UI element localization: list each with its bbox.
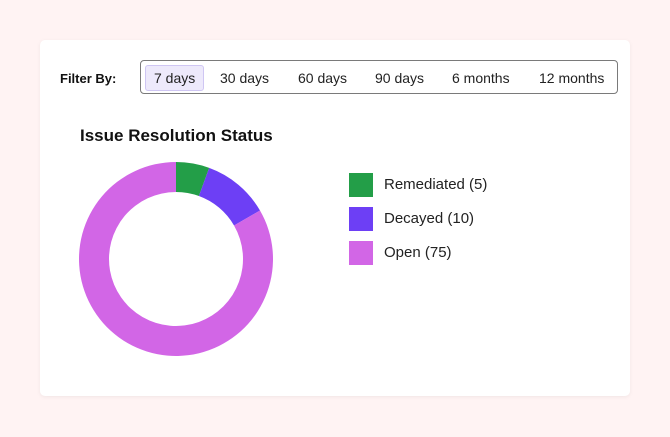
- issue-status-card: Filter By: 7 days 30 days 60 days 90 day…: [40, 40, 630, 396]
- chart-title: Issue Resolution Status: [80, 126, 273, 145]
- issue-status-donut-chart: [78, 162, 273, 356]
- legend-swatch: [349, 207, 373, 231]
- filter-option-6-months[interactable]: 6 months: [444, 65, 518, 91]
- filter-option-90-days[interactable]: 90 days: [367, 65, 432, 91]
- filter-option-30-days[interactable]: 30 days: [212, 65, 277, 91]
- legend-label: Open (75): [384, 244, 452, 261]
- legend-item-remediated: Remediated (5): [349, 173, 569, 197]
- legend-item-decayed: Decayed (10): [349, 207, 569, 231]
- legend-label: Decayed (10): [384, 210, 475, 227]
- legend-swatch: [349, 173, 373, 197]
- time-range-filter: 7 days 30 days 60 days 90 days 6 months …: [140, 60, 618, 94]
- filter-label: Filter By:: [60, 71, 117, 86]
- legend-swatch: [349, 241, 373, 265]
- filter-option-7-days[interactable]: 7 days: [145, 65, 205, 91]
- filter-option-60-days[interactable]: 60 days: [290, 65, 355, 91]
- legend-item-open: Open (75): [349, 241, 569, 265]
- legend-label: Remediated (5): [384, 176, 488, 193]
- filter-option-12-months[interactable]: 12 months: [531, 65, 612, 91]
